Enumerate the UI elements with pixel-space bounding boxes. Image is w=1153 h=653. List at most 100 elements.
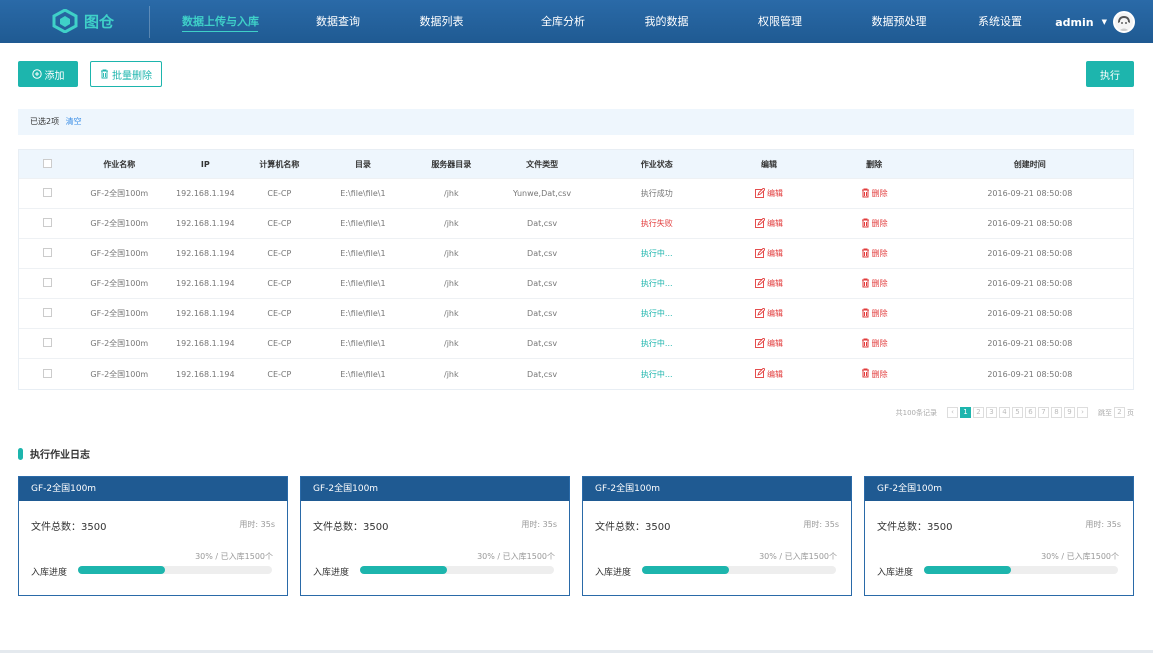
execute-button[interactable]: 执行 [1086,61,1134,87]
job-status-cell: 执行失败 [640,219,673,228]
directory-cell: E:\file\file\1 [340,339,386,348]
add-button[interactable]: 添加 [18,61,78,87]
next-page-button[interactable]: › [1077,407,1088,418]
edit-button[interactable]: 编辑 [755,217,783,230]
ip-cell: 192.168.1.194 [176,309,235,318]
job-name-cell: GF-2全国100m [90,219,149,228]
avatar[interactable] [1113,11,1135,33]
page-button[interactable]: 1 [960,407,971,418]
job-name-cell: GF-2全国100m [90,249,149,258]
directory-cell: E:\file\file\1 [340,249,386,258]
delete-button[interactable]: 删除 [861,188,888,200]
nav-item-7[interactable]: 系统设置 [975,0,1025,43]
card-title: GF-2全国100m [19,477,287,501]
card-title: GF-2全国100m [583,477,851,501]
edit-button[interactable]: 编辑 [755,247,783,260]
page: 图仓 数据上传与入库 数据查询 数据列表 全库分析 我的数据 权限管理 数据预处理 系统设置 … [0,0,1153,653]
delete-button[interactable]: 删除 [861,338,888,350]
logo[interactable]: 图仓 [52,8,114,34]
page-button[interactable]: 2 [973,407,984,418]
edit-label: 编辑 [766,249,783,258]
nav-item-1[interactable]: 数据查询 [300,0,376,43]
row-checkbox[interactable] [43,218,53,227]
row-select-cell [19,338,76,349]
file-total-value: 3500 [645,522,671,533]
page-button[interactable]: 4 [999,407,1010,418]
page-button[interactable]: 7 [1038,407,1049,418]
row-checkbox[interactable] [43,248,53,257]
elapsed-time: 用时: 35s [521,520,557,529]
row-select-cell [19,248,76,259]
row-select-cell [19,188,76,199]
table-row[interactable]: GF-2全国100m 192.168.1.194 CE-CP E:\file\file… [19,329,1133,359]
row-checkbox[interactable] [43,368,53,378]
selection-bar: 已选2项 清空 [18,109,1134,135]
table-row[interactable]: GF-2全国100m 192.168.1.194 CE-CP E:\file\file… [19,209,1133,239]
row-checkbox[interactable] [43,188,53,197]
jump-page-input[interactable]: 2 [1114,407,1125,418]
row-select-cell [19,278,76,289]
job-name-cell: GF-2全国100m [90,189,149,198]
header-divider [149,6,150,38]
edit-label: 编辑 [766,369,783,379]
delete-button[interactable]: 删除 [861,278,888,290]
page-button[interactable]: 9 [1064,407,1075,418]
file-total: 文件总数：3500 [595,518,670,533]
computer-name-cell: CE-CP [267,189,292,198]
file-total: 文件总数：3500 [877,518,952,533]
jump-label: 跳至 [1098,408,1112,417]
table-row[interactable]: GF-2全国100m 192.168.1.194 CE-CP E:\file\file… [19,359,1133,389]
page-button[interactable]: 8 [1051,407,1062,418]
delete-button[interactable]: 删除 [861,248,888,260]
nav-item-5[interactable]: 权限管理 [737,0,823,43]
page-button[interactable]: 3 [986,407,997,418]
server-directory-cell: /jhk [444,369,459,379]
clear-selection-link[interactable]: 清空 [66,117,82,126]
table-row[interactable]: GF-2全国100m 192.168.1.194 CE-CP E:\file\file… [19,239,1133,269]
delete-button[interactable]: 删除 [861,308,888,320]
delete-label: 删除 [871,189,888,198]
delete-cell: 删除 [822,188,927,200]
delete-cell: 删除 [822,218,927,230]
row-checkbox[interactable] [43,278,53,287]
directory-cell: E:\file\file\1 [340,219,386,228]
elapsed-time: 用时: 35s [1085,520,1121,529]
job-name-cell: GF-2全国100m [90,309,149,318]
top-navbar: 图仓 数据上传与入库 数据查询 数据列表 全库分析 我的数据 权限管理 数据预处理 系统设置 … [0,0,1153,43]
row-checkbox[interactable] [43,308,53,317]
file-type-cell: Dat,csv [527,219,558,228]
nav-item-6[interactable]: 数据预处理 [855,0,943,43]
edit-button[interactable]: 编辑 [755,368,783,380]
table-row[interactable]: GF-2全国100m 192.168.1.194 CE-CP E:\file\file… [19,269,1133,299]
table-row[interactable]: GF-2全国100m 192.168.1.194 CE-CP E:\file\file… [19,299,1133,329]
computer-name-cell: CE-CP [267,309,292,318]
job-log-card: GF-2全国100m 文件总数：3500 用时: 35s 30% / 已入库1500个… [300,476,570,596]
nav-item-0[interactable]: 数据上传与入库 [182,0,259,43]
edit-button[interactable]: 编辑 [755,277,783,290]
delete-button[interactable]: 删除 [861,218,888,230]
created-time-cell: 2016-09-21 08:50:08 [987,369,1073,379]
table-row[interactable]: GF-2全国100m 192.168.1.194 CE-CP E:\file\file… [19,179,1133,209]
ip-cell: 192.168.1.194 [176,219,235,228]
page-button[interactable]: 6 [1025,407,1036,418]
edit-label: 编辑 [766,279,783,288]
user-menu[interactable]: admin ▼ [1055,11,1135,33]
directory-cell: E:\file\file\1 [340,189,386,198]
edit-button[interactable]: 编辑 [755,337,783,350]
progress-bar [642,566,836,574]
server-directory-cell: /jhk [444,279,459,288]
edit-button[interactable]: 编辑 [755,187,783,200]
select-all-checkbox[interactable] [43,158,53,168]
nav-item-4[interactable]: 我的数据 [628,0,705,43]
prev-page-button[interactable]: ‹ [947,407,958,418]
nav-item-3[interactable]: 全库分析 [523,0,603,43]
edit-button[interactable]: 编辑 [755,307,783,320]
nav-item-2[interactable]: 数据列表 [396,0,487,43]
row-checkbox[interactable] [43,338,53,347]
trash-icon [861,308,870,320]
delete-button[interactable]: 删除 [861,368,888,380]
trash-icon [861,278,870,290]
plus-circle-icon [31,69,42,79]
batch-delete-button[interactable]: 批量删除 [90,61,162,87]
page-button[interactable]: 5 [1012,407,1023,418]
